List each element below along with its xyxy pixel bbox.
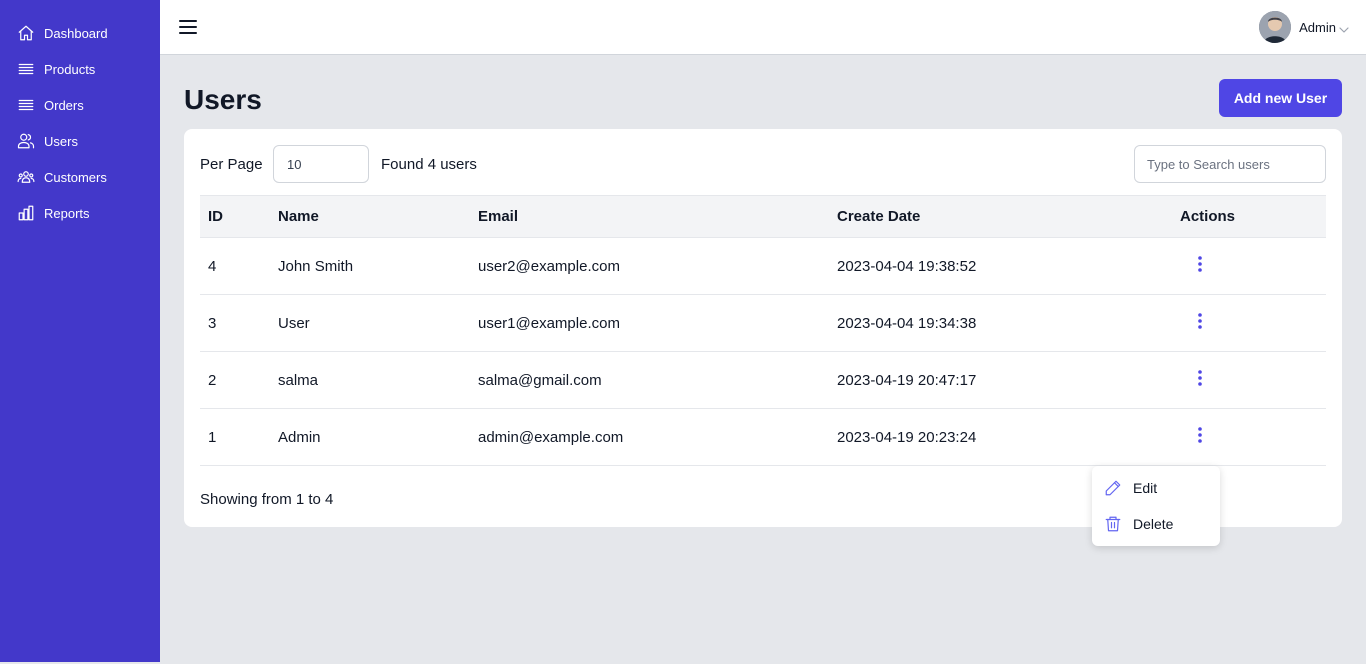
sidebar-item-label: Users [44,133,78,149]
cell-email: user2@example.com [478,257,620,275]
cell-create-date: 2023-04-04 19:34:38 [837,314,977,332]
sidebar-item-customers[interactable]: Customers [0,159,160,195]
table-row: 2 salma salma@gmail.com 2023-04-19 20:47… [200,352,1326,409]
found-count: Found 4 users [381,156,477,173]
cell-id: 1 [208,428,217,446]
user-group-icon [17,168,35,186]
sidebar-item-orders[interactable]: Orders [0,87,160,123]
cell-name: salma [278,371,319,389]
cell-email: admin@example.com [478,428,624,446]
edit-label: Edit [1133,480,1158,496]
edit-menu-item[interactable]: Edit [1092,470,1220,506]
sidebar-item-reports[interactable]: Reports [0,195,160,231]
add-user-button[interactable]: Add new User [1219,79,1342,117]
users-icon [17,132,35,150]
top-bar: Admin [160,0,1366,55]
sidebar-item-label: Orders [44,97,84,113]
table-row: 4 John Smith user2@example.com 2023-04-0… [200,238,1326,295]
cell-id: 4 [208,257,217,275]
column-header-create-date: Create Date [837,208,921,225]
table-row: 1 Admin admin@example.com 2023-04-19 20:… [200,409,1326,466]
cell-id: 3 [208,314,217,332]
sidebar-item-label: Reports [44,205,90,221]
cell-create-date: 2023-04-19 20:23:24 [837,428,977,446]
cell-name: Admin [278,428,321,446]
search-input[interactable] [1134,145,1326,183]
sidebar-item-label: Products [44,61,96,77]
list-icon [17,96,35,114]
home-icon [17,24,35,42]
cell-actions [1180,369,1326,391]
avatar [1259,11,1292,43]
row-actions-dropdown: Edit Delete [1092,466,1220,546]
delete-label: Delete [1133,516,1174,532]
users-table: ID Name Email Create Date Actions 4 John… [200,195,1326,466]
table-row: 3 User user1@example.com 2023-04-04 19:3… [200,295,1326,352]
cell-name: John Smith [278,257,354,275]
table-header: ID Name Email Create Date Actions [200,195,1326,238]
hamburger-menu-icon[interactable] [179,18,197,36]
sidebar-item-label: Dashboard [44,25,108,41]
cell-create-date: 2023-04-04 19:38:52 [837,257,977,275]
cell-actions [1180,312,1326,334]
column-header-actions: Actions [1180,208,1236,225]
kebab-menu-icon[interactable] [1190,312,1210,332]
sidebar: Dashboard Products Orders Users Customer… [0,0,160,662]
pencil-icon [1104,479,1122,497]
list-icon [17,60,35,78]
kebab-menu-icon[interactable] [1190,426,1210,446]
cell-actions [1180,426,1326,448]
pagination-summary: Showing from 1 to 4 [200,491,334,508]
trash-icon [1104,515,1122,533]
sidebar-item-dashboard[interactable]: Dashboard [0,15,160,51]
cell-create-date: 2023-04-19 20:47:17 [837,371,977,389]
column-header-email: Email [478,208,519,225]
delete-menu-item[interactable]: Delete [1092,506,1220,542]
sidebar-item-products[interactable]: Products [0,51,160,87]
bar-chart-icon [17,204,35,222]
column-header-id: ID [208,208,223,225]
chevron-down-icon [1339,22,1349,33]
sidebar-item-label: Customers [44,169,107,185]
page-title: Users [184,84,262,115]
cell-email: salma@gmail.com [478,371,602,389]
user-name: Admin [1299,19,1336,35]
user-menu[interactable]: Admin [1259,11,1349,43]
cell-email: user1@example.com [478,314,620,332]
kebab-menu-icon[interactable] [1190,369,1210,389]
sidebar-item-users[interactable]: Users [0,123,160,159]
per-page-label: Per Page [200,156,263,173]
per-page-input[interactable] [273,145,369,183]
cell-id: 2 [208,371,217,389]
cell-actions [1180,255,1326,277]
cell-name: User [278,314,310,332]
kebab-menu-icon[interactable] [1190,255,1210,275]
column-header-name: Name [278,208,319,225]
